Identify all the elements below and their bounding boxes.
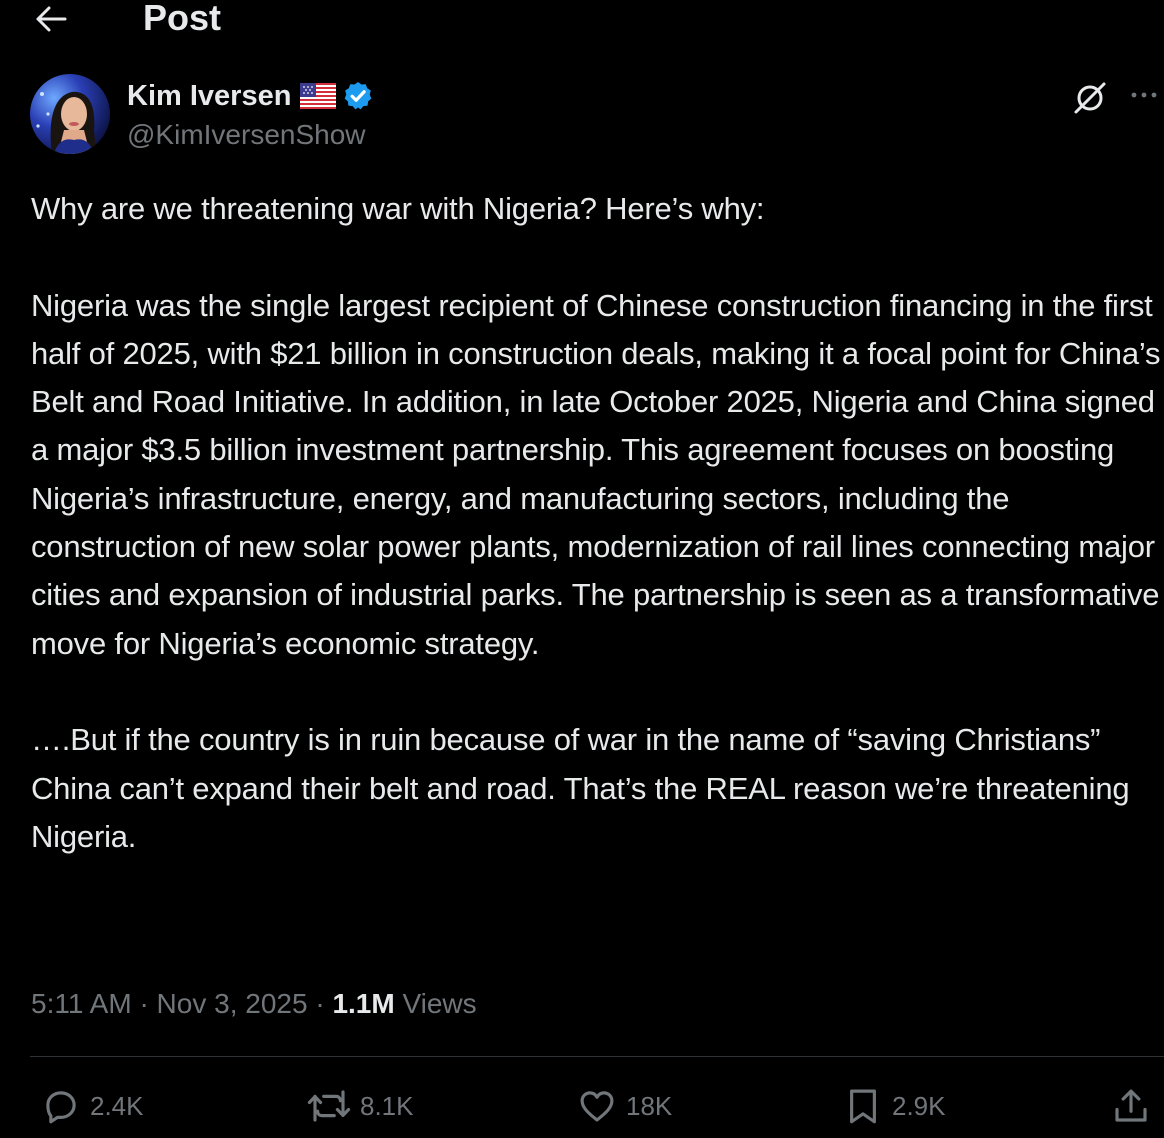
views-label: Views <box>402 988 477 1019</box>
share-icon <box>1115 1089 1147 1122</box>
top-bar: Post <box>0 0 1164 40</box>
share-button[interactable] <box>1110 1084 1152 1128</box>
reply-icon <box>46 1091 76 1124</box>
grok-button[interactable] <box>1070 78 1110 118</box>
meta-separator: · <box>315 988 325 1019</box>
reply-count: 2.4K <box>90 1090 144 1121</box>
post-meta: 5:11 AM · Nov 3, 2025 · 1.1M Views <box>31 984 477 1024</box>
name-row: Kim Iversen <box>127 76 374 116</box>
bookmark-button[interactable]: 2.9K <box>842 1084 946 1128</box>
more-button[interactable] <box>1124 78 1164 118</box>
views-count: 1.1M <box>332 988 395 1019</box>
like-button[interactable]: 18K <box>576 1084 672 1128</box>
heart-icon <box>580 1091 614 1122</box>
verified-badge-icon[interactable] <box>342 80 374 112</box>
more-icon <box>1131 92 1157 98</box>
avatar[interactable] <box>30 74 110 154</box>
display-name[interactable]: Kim Iversen <box>127 80 291 113</box>
repost-count: 8.1K <box>360 1090 414 1121</box>
back-button[interactable] <box>32 2 70 36</box>
post-date[interactable]: Nov 3, 2025 <box>157 988 308 1019</box>
divider <box>30 1056 1164 1057</box>
author-handle[interactable]: @KimIversenShow <box>127 116 374 154</box>
repost-icon <box>307 1090 351 1122</box>
us-flag-icon <box>300 83 337 109</box>
arrow-left-icon <box>36 6 67 32</box>
repost-button[interactable]: 8.1K <box>306 1084 414 1128</box>
page-title: Post <box>143 0 222 38</box>
author-block: Kim Iversen @KimIversenShow <box>127 76 374 154</box>
post-text: Why are we threatening war with Nigeria?… <box>31 191 1161 854</box>
reply-button[interactable]: 2.4K <box>40 1084 144 1128</box>
post-time[interactable]: 5:11 AM <box>31 988 132 1019</box>
meta-separator: · <box>139 988 149 1019</box>
like-count: 18K <box>626 1090 673 1121</box>
bookmark-icon <box>850 1089 876 1124</box>
grok-icon <box>1074 82 1106 114</box>
bookmark-count: 2.9K <box>892 1090 946 1121</box>
